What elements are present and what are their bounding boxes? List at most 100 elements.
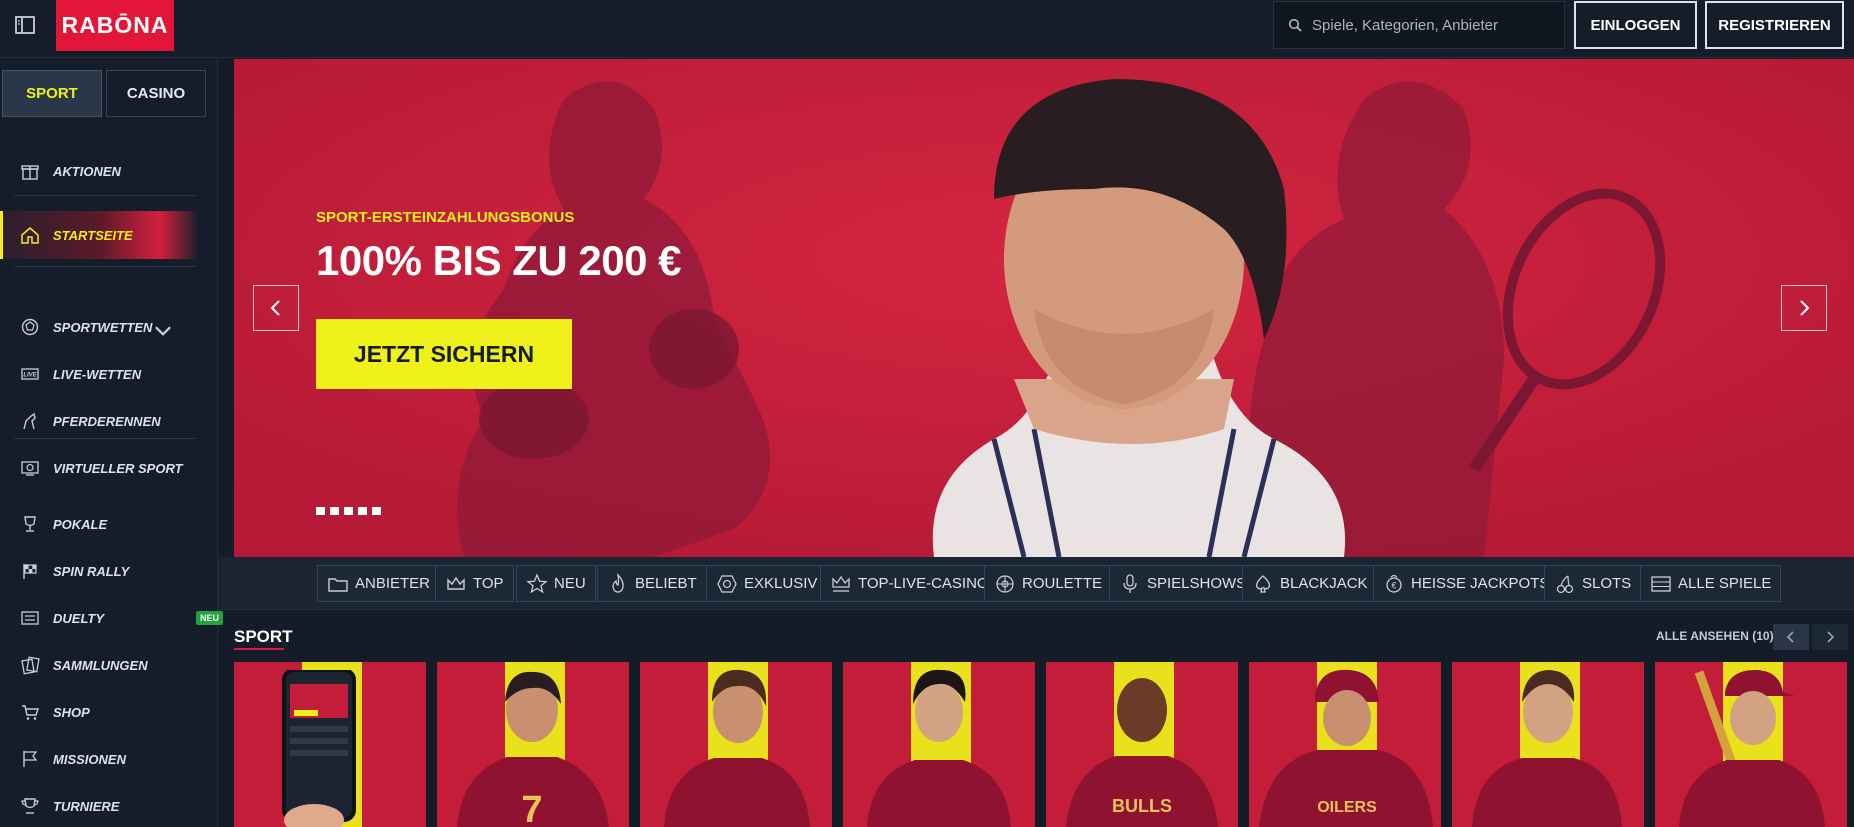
jackpot-icon: € [1386,574,1402,593]
sidebar-item-turniere[interactable]: TURNIERE [0,788,200,824]
sidebar-item-label: SHOP [53,704,90,720]
category-alle-spiele[interactable]: ALLE SPIELE [1640,565,1782,602]
slide-dot[interactable] [330,507,339,515]
sidebar-item-startseite[interactable]: STARTSEITE [0,211,200,259]
trophy-icon [24,516,36,532]
sidebar-item-duelty[interactable]: DUELTY NEU [0,600,224,636]
slide-dot[interactable] [372,507,381,515]
carousel-next-button[interactable] [1812,624,1848,650]
category-spielshows[interactable]: SPIELSHOWS [1109,565,1257,602]
divider [14,195,196,196]
slide-dot[interactable] [358,507,367,515]
chevron-down-icon[interactable] [153,320,173,340]
slide-dot[interactable] [344,507,353,515]
sport-tile-basketball[interactable]: BULLS [1046,662,1238,827]
category-beliebt[interactable]: BELIEBT [597,565,707,602]
sidebar-item-label: TURNIERE [53,798,120,814]
slide-dot[interactable] [316,507,325,515]
horse-icon [23,412,36,430]
sport-tile-football[interactable]: 7 [437,662,629,827]
sport-tile-table-tennis[interactable] [843,662,1035,827]
category-exklusiv[interactable]: EXKLUSIV [706,565,828,602]
gift-icon [21,165,39,180]
login-button[interactable]: EINLOGGEN [1574,1,1697,49]
hero-prev-button[interactable] [253,285,299,331]
sidebar-item-label: SPIN RALLY [53,563,130,579]
tennis-player-illustration [664,669,810,827]
phone-app-illustration [282,670,356,827]
american-football-player-illustration [1472,670,1622,827]
sport-tile-hockey[interactable]: OILERS [1249,662,1441,827]
category-heisse-jackpots[interactable]: € HEISSE JACKPOTS [1373,565,1560,602]
sidebar-item-label: STARTSEITE [53,227,133,243]
category-label: EXKLUSIV [744,575,818,592]
sidebar-item-label: MISSIONEN [53,751,126,767]
cherry-icon [1556,574,1574,593]
section-title-sport: SPORT [234,627,293,646]
crown-icon [447,576,465,590]
chevron-left-icon [1786,631,1794,643]
live-crown-icon [832,575,850,592]
table-tennis-player-illustration [867,669,1011,827]
sidebar-item-label: DUELTY [53,610,105,626]
category-label: HEISSE JACKPOTS [1411,575,1550,592]
sidebar-item-missionen[interactable]: MISSIONEN [0,741,200,777]
sport-tile-american-football[interactable] [1452,662,1644,827]
carousel-prev-button[interactable] [1773,624,1809,650]
category-blackjack[interactable]: BLACKJACK [1242,565,1378,602]
category-label: TOP [473,575,504,592]
section-underline [234,648,284,650]
hero-cta-button[interactable]: JETZT SICHERN [316,319,572,389]
live-icon: LIVE [21,368,39,380]
sidebar-item-spin-rally[interactable]: SPIN RALLY [0,553,200,589]
category-anbieter[interactable]: ANBIETER [317,565,441,602]
virtual-icon [21,461,39,476]
sidebar-item-sammlungen[interactable]: SAMMLUNGEN [0,647,200,683]
search-input[interactable] [1312,16,1552,34]
hero-next-button[interactable] [1781,285,1827,331]
category-label: ROULETTE [1022,575,1103,592]
sidebar-item-label: LIVE-WETTEN [53,366,142,382]
chevron-right-icon [1800,300,1810,316]
category-top[interactable]: TOP [435,565,514,602]
category-slots[interactable]: SLOTS [1544,565,1642,602]
category-neu[interactable]: NEU [516,565,596,602]
sidebar-item-pokale[interactable]: POKALE [0,506,200,542]
sport-tile-tennis[interactable] [640,662,832,827]
sidebar: SPORT CASINO AKTIONEN STARTSEITE SPORTWE… [0,59,224,827]
hockey-player-illustration: OILERS [1259,669,1433,827]
mission-flag-icon [23,751,38,767]
sidebar-item-shop[interactable]: SHOP [0,694,200,730]
category-top-live-casino[interactable]: TOP-LIVE-CASINO [820,565,999,602]
category-label: ALLE SPIELE [1678,575,1772,592]
top-bar: RABŌNA EINLOGGEN REGISTRIEREN [0,0,1854,58]
see-all-link[interactable]: ALLE ANSEHEN (10) [1656,629,1774,643]
sidebar-item-pferderennen[interactable]: PFERDERENNEN [0,403,200,439]
ball-icon [21,318,39,336]
football-player-illustration: 7 [457,671,609,827]
category-roulette[interactable]: ROULETTE [984,565,1113,602]
tab-casino[interactable]: CASINO [106,70,206,117]
sport-tile-baseball[interactable] [1655,662,1847,827]
sidebar-item-aktionen[interactable]: AKTIONEN [0,153,200,189]
tab-sport[interactable]: SPORT [2,70,102,117]
category-label: BELIEBT [635,575,697,592]
cart-icon [22,705,39,720]
search-icon [1288,18,1302,32]
chevron-right-icon [1827,631,1835,643]
sidebar-item-sportwetten[interactable]: SPORTWETTEN [0,309,200,345]
sport-tile-app[interactable] [234,662,426,827]
hero-banner[interactable]: SPORT-ERSTEINZAHLUNGSBONUS 100% BIS ZU 2… [234,59,1854,557]
search-box[interactable] [1273,1,1565,49]
divider [14,438,196,439]
roulette-icon [996,574,1014,593]
sidebar-item-virtueller-sport[interactable]: VIRTUELLER SPORT [0,450,200,486]
diamond-icon [717,574,737,593]
sidebar-toggle-icon[interactable] [14,14,36,36]
duel-icon [21,611,39,625]
sidebar-item-live-wetten[interactable]: LIVE LIVE-WETTEN [0,356,200,392]
rabona-logo[interactable]: RABŌNA [56,0,174,51]
category-label: BLACKJACK [1280,575,1368,592]
register-button[interactable]: REGISTRIEREN [1705,1,1844,49]
hero-pagination [316,507,381,515]
